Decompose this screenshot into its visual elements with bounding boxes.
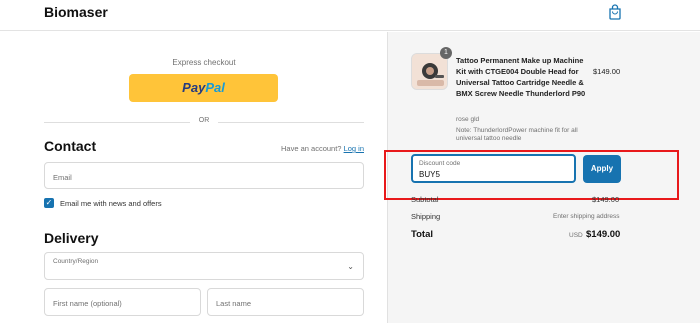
delivery-heading: Delivery [44,230,99,246]
quantity-badge: 1 [440,47,452,59]
shipping-label: Shipping [411,212,441,221]
product-note: Note: ThunderlordPower machine fit for a… [456,127,578,142]
checkout-form-panel: Express checkout PayPal OR Contact Have … [0,32,387,323]
total-currency: USD [569,232,583,239]
product-price: $149.00 [593,67,621,76]
shipping-value: Enter shipping address [553,213,620,220]
subtotal-label: Subtotal [411,195,439,204]
have-account-text: Have an account? Log in [281,144,364,153]
paypal-logo-part2: Pal [205,80,225,95]
newsletter-label: Email me with news and offers [60,199,162,208]
total-label: Total [411,229,433,240]
email-field[interactable]: Email [44,162,364,189]
product-thumbnail [411,53,448,90]
divider-line-right [218,122,364,123]
chevron-down-icon: ⌄ [347,262,354,271]
login-link[interactable]: Log in [344,144,364,153]
discount-code-label: Discount code [419,160,461,167]
paypal-logo-part1: Pay [182,80,206,95]
or-divider: OR [44,117,364,127]
first-name-field[interactable]: First name (optional) [44,288,201,316]
first-name-placeholder: First name (optional) [53,299,122,308]
apply-button[interactable]: Apply [583,155,621,183]
email-placeholder: Email [53,173,72,182]
discount-code-value: BUY5 [419,170,440,179]
brand-name[interactable]: Biomaser [44,4,108,20]
contact-heading: Contact [44,138,97,154]
last-name-field[interactable]: Last name [207,288,364,316]
subtotal-value: $149.00 [592,195,620,204]
product-variant: rose gld [456,116,480,123]
express-checkout-title: Express checkout [172,58,236,67]
tattoo-machine-image [412,54,447,89]
newsletter-checkbox[interactable]: ✓ [44,198,54,208]
country-select[interactable]: Country/Region ⌄ [44,252,364,280]
total-value: $149.00 [586,229,621,240]
product-name: Tattoo Permanent Make up Machine Kit wit… [456,56,586,98]
have-account-label: Have an account? [281,144,342,153]
discount-code-field[interactable]: Discount code BUY5 [411,154,576,183]
shopping-bag-icon[interactable] [608,4,622,20]
last-name-placeholder: Last name [216,299,252,308]
country-label: Country/Region [53,258,99,265]
header: Biomaser [0,0,700,31]
paypal-button[interactable]: PayPal [129,74,278,102]
